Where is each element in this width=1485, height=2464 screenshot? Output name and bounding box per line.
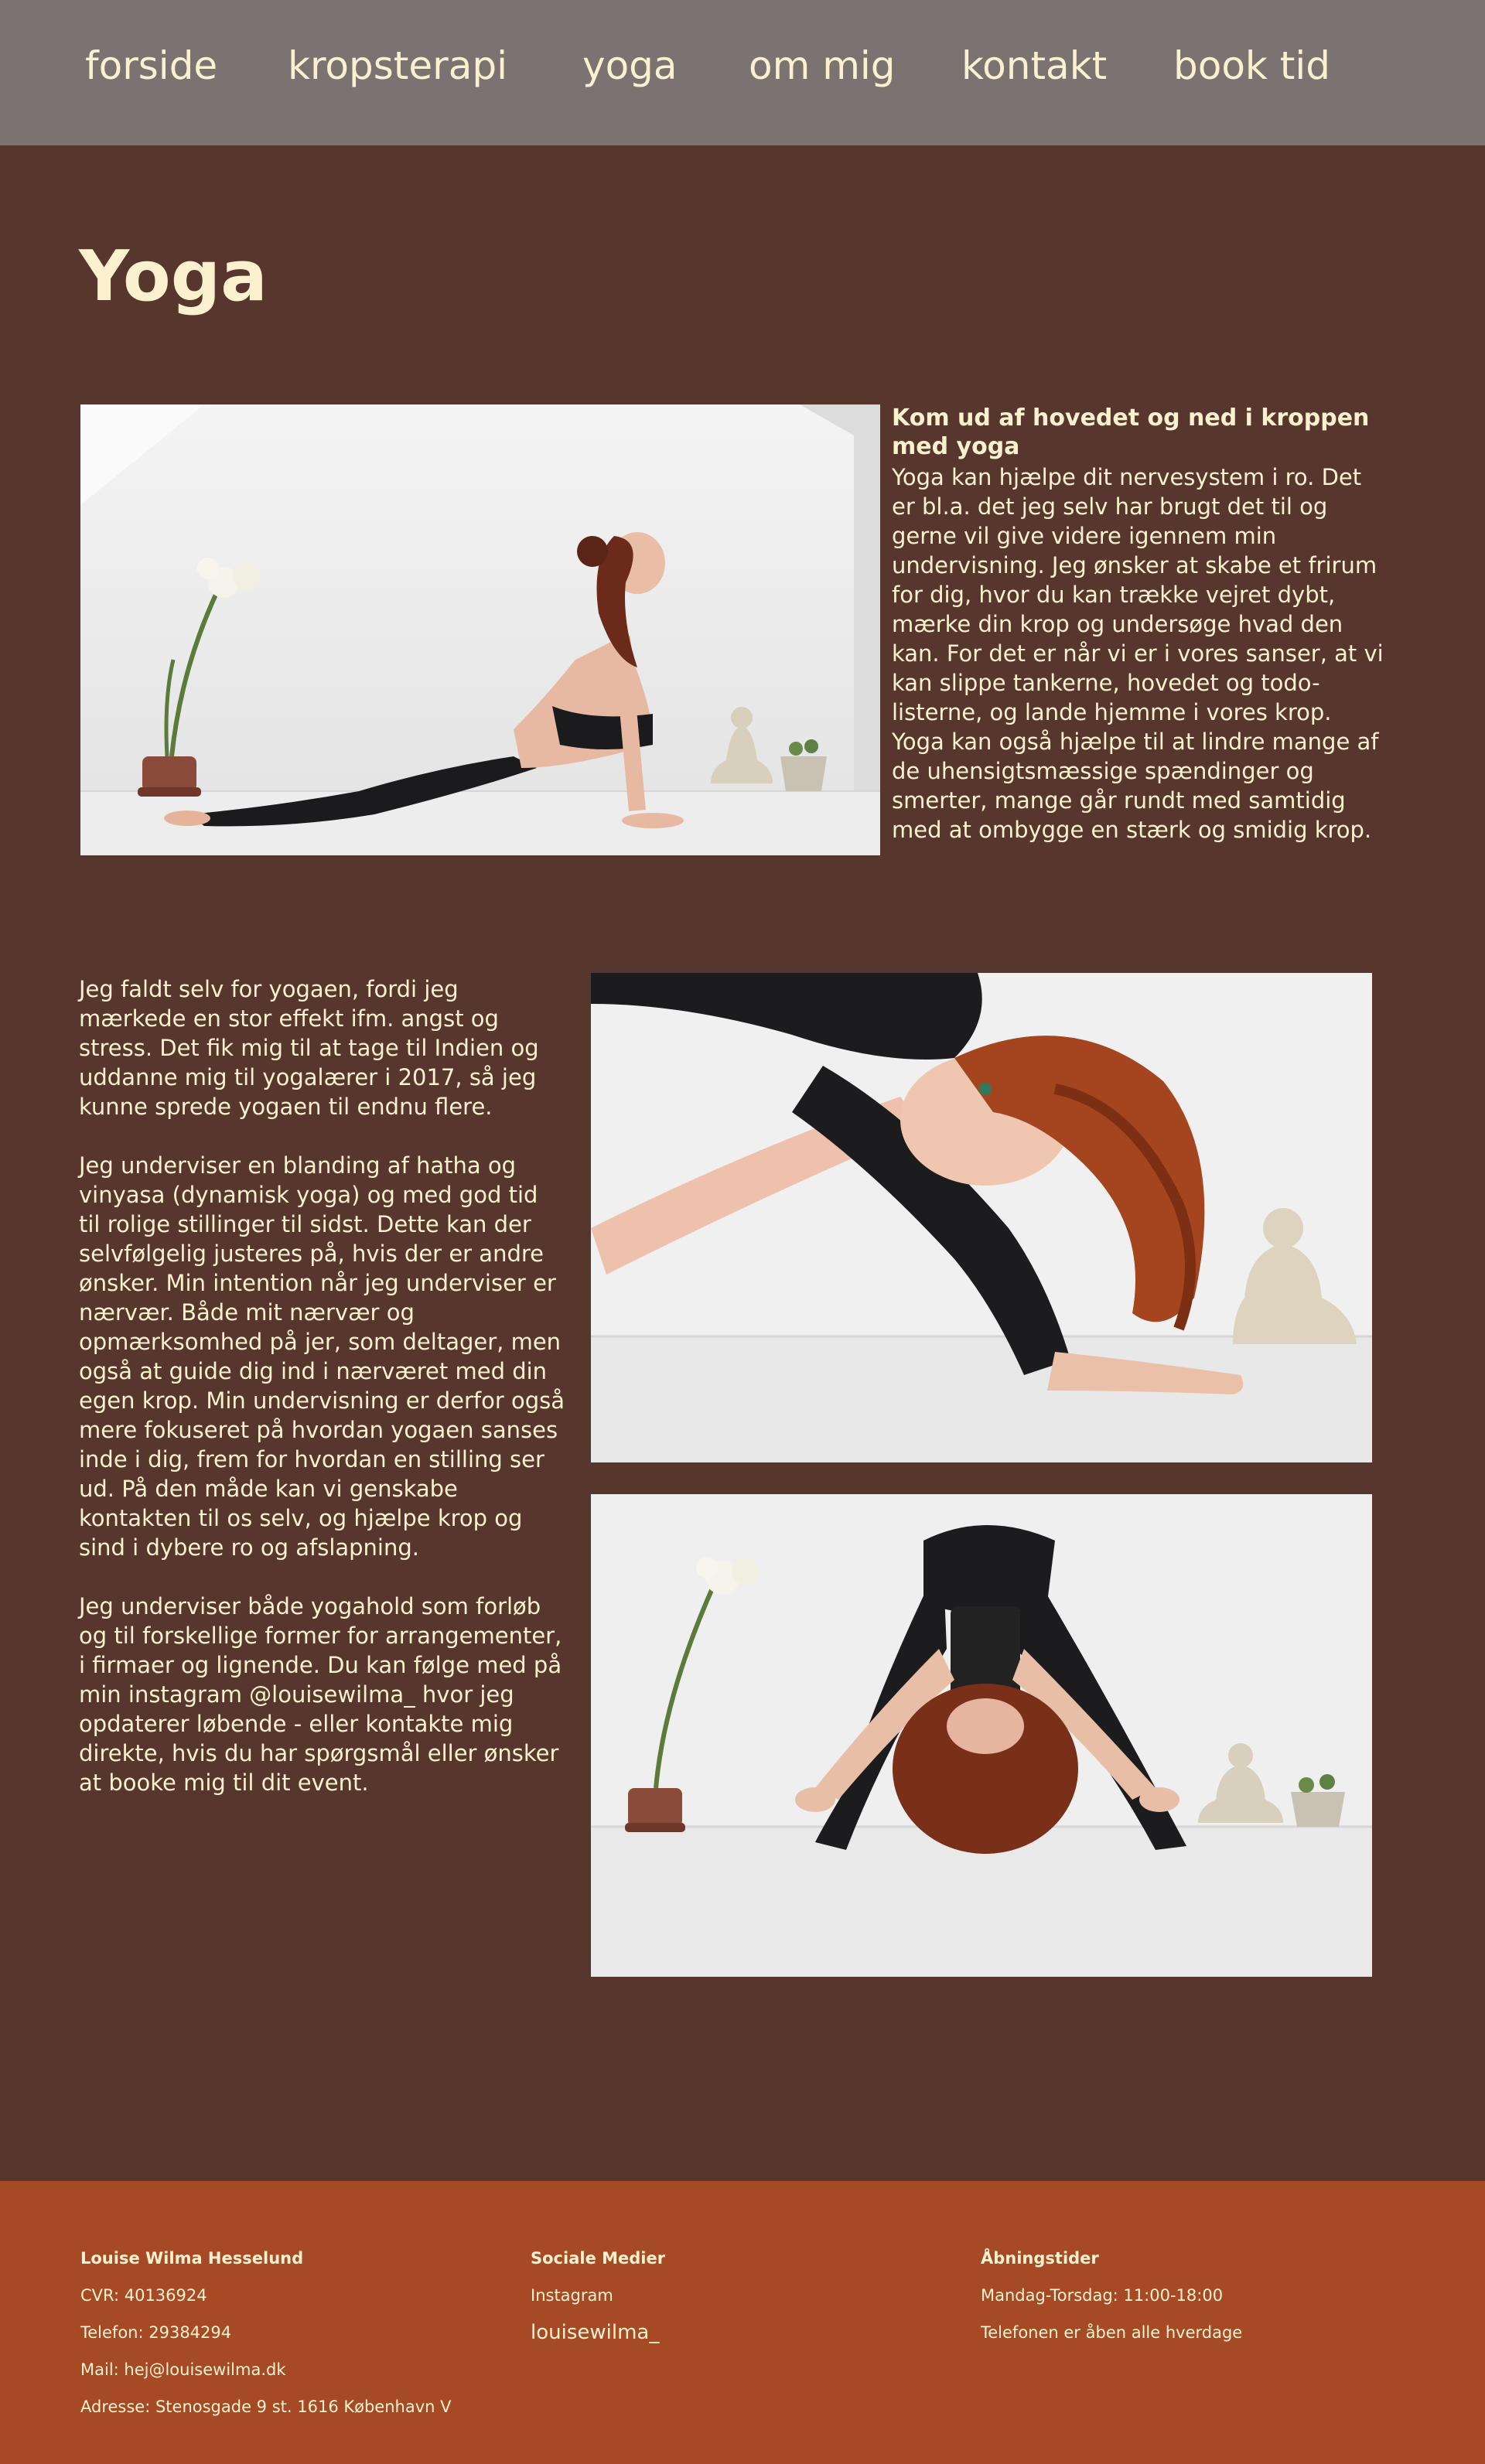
footer-hours-column: Åbningstider Mandag-Torsdag: 11:00-18:00… [981,2240,1242,2351]
site-footer: Louise Wilma Hesselund CVR: 40136924 Tel… [0,2181,1485,2464]
nav-link-book-tid[interactable]: book tid [1173,39,1330,93]
story-paragraph-2: Jeg underviser en blanding af hatha og v… [79,1152,565,1561]
footer-phone: Telefon: 29384294 [80,2323,232,2342]
footer-social-heading: Sociale Medier [531,2249,666,2268]
yoga-wide-leg-fold-photo [591,1494,1372,1977]
footer-address: Adresse: Stenosgade 9 st. 1616 København… [80,2397,452,2416]
footer-cvr: CVR: 40136924 [80,2286,207,2305]
footer-social-platform: Instagram [531,2286,613,2305]
page-title: Yoga [79,236,268,317]
footer-mail: Mail: hej@louisewilma.dk [80,2360,286,2379]
yoga-wide-leg-fold-illustration [591,1494,1372,1977]
top-navigation: forside kropsterapi yoga om mig kontakt … [0,0,1485,145]
intro-section: Kom ud af hovedet og ned i kroppen med y… [892,404,1387,845]
yoga-forward-fold-closeup-photo [591,973,1372,1462]
nav-link-kontakt[interactable]: kontakt [961,39,1107,93]
story-paragraph-1: Jeg faldt selv for yogaen, fordi jeg mær… [79,976,539,1120]
footer-hours-heading: Åbningstider [981,2249,1099,2268]
yoga-upward-dog-illustration [80,404,880,855]
nav-link-forside[interactable]: forside [85,39,217,93]
intro-body: Yoga kan hjælpe dit nervesystem i ro. De… [892,464,1384,843]
footer-hours-phone-note: Telefonen er åben alle hverdage [981,2323,1243,2342]
story-paragraph-3: Jeg underviser både yogahold som forløb … [79,1593,562,1796]
nav-link-yoga[interactable]: yoga [582,39,678,93]
footer-company-name: Louise Wilma Hesselund [80,2249,304,2268]
yoga-upward-dog-photo [80,404,880,855]
footer-social-column: Sociale Medier Instagram louisewilma_ [531,2240,665,2351]
footer-company-column: Louise Wilma Hesselund CVR: 40136924 Tel… [80,2240,452,2425]
footer-hours-weekdays: Mandag-Torsdag: 11:00-18:00 [981,2286,1224,2305]
nav-link-kropsterapi[interactable]: kropsterapi [288,39,507,93]
footer-instagram-link[interactable]: louisewilma_ [531,2314,665,2351]
intro-heading: Kom ud af hovedet og ned i kroppen med y… [892,404,1370,460]
nav-link-om-mig[interactable]: om mig [749,39,896,93]
yoga-forward-fold-illustration [591,973,1372,1462]
story-section: Jeg faldt selv for yogaen, fordi jeg mær… [79,974,566,1827]
